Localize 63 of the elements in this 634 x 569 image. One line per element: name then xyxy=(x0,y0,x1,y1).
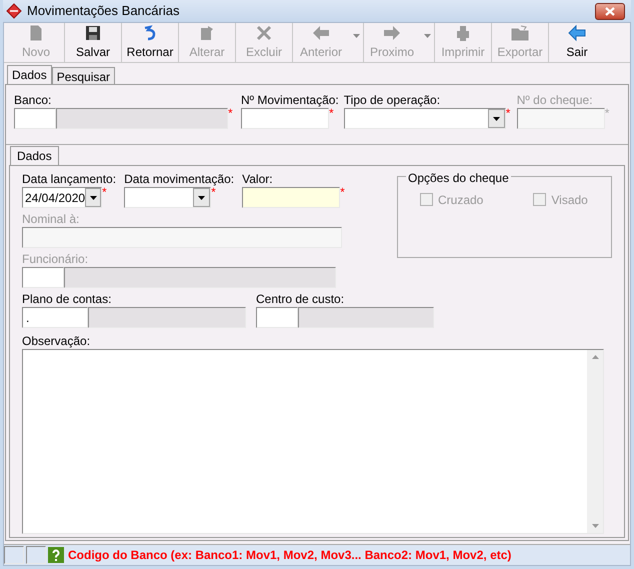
checkbox-label: Visado xyxy=(551,193,588,207)
folder-icon xyxy=(511,24,529,42)
save-icon xyxy=(84,24,102,42)
close-icon xyxy=(605,6,615,16)
required-asterisk: * xyxy=(329,108,334,118)
caret-icon xyxy=(424,34,430,38)
tab[interactable]: Pesquisar xyxy=(52,67,116,84)
close-button[interactable] xyxy=(595,2,625,20)
value-field[interactable] xyxy=(242,187,340,208)
help-icon xyxy=(48,547,64,563)
field-label: Data lançamento: xyxy=(22,172,116,187)
status-pane xyxy=(4,546,24,564)
field-label: Plano de contas: xyxy=(22,292,112,307)
left-arrow-icon xyxy=(312,24,330,42)
scrollbar[interactable] xyxy=(587,350,603,533)
toolbar-button[interactable]: Retornar xyxy=(122,23,178,62)
field-label: Nominal à: xyxy=(22,212,80,227)
dropdown-field[interactable] xyxy=(344,108,506,129)
window-title: Movimentações Bancárias xyxy=(27,2,180,20)
field-label: Data movimentação: xyxy=(124,172,234,187)
required-asterisk: * xyxy=(211,187,216,197)
status-pane xyxy=(26,546,46,564)
required-asterisk: * xyxy=(340,187,346,197)
right-arrow-icon xyxy=(383,24,401,42)
field-label: Banco: xyxy=(14,93,52,108)
required-asterisk: * xyxy=(604,108,610,118)
text-field[interactable] xyxy=(241,108,329,129)
field-label: Nº Movimentação: xyxy=(241,93,339,108)
caret-icon xyxy=(198,196,206,200)
field-label: Tipo de operação: xyxy=(344,93,442,108)
field-label: Funcionário: xyxy=(22,252,90,267)
field-label: Valor: xyxy=(242,172,274,187)
back-arrow-icon xyxy=(568,24,586,42)
field-label: Nº do cheque: xyxy=(516,93,594,108)
toolbar-button[interactable]: Salvar xyxy=(65,23,121,62)
code-field[interactable] xyxy=(22,267,64,288)
scroll-down-icon xyxy=(592,524,598,528)
tab[interactable]: Dados xyxy=(7,65,52,84)
field-label: Centro de custo: xyxy=(256,292,346,307)
required-asterisk: * xyxy=(102,187,107,197)
checkbox-label: Cruzado xyxy=(438,193,484,207)
code-field[interactable]: . xyxy=(22,307,88,328)
app-logo-icon xyxy=(6,3,22,19)
edit-icon xyxy=(198,24,216,42)
scroll-up-icon xyxy=(592,355,598,359)
status-message: Codigo do Banco (ex: Banco1: Mov1, Mov2, Mov3... Banco2: Mov1, Mov2, etc) xyxy=(68,547,512,564)
required-asterisk: * xyxy=(228,108,234,118)
field-label: Observação: xyxy=(22,334,92,349)
date-picker[interactable]: 24/04/2020 xyxy=(22,187,102,208)
code-field[interactable] xyxy=(14,108,56,129)
caret-icon xyxy=(492,116,500,120)
text-field[interactable] xyxy=(22,227,342,248)
caret-icon xyxy=(352,34,360,38)
text-field[interactable] xyxy=(516,108,605,129)
required-asterisk: * xyxy=(506,108,512,118)
code-field[interactable] xyxy=(256,307,298,328)
tab[interactable]: Dados xyxy=(10,146,59,165)
toolbar-button[interactable]: Sair xyxy=(549,23,605,62)
dropdown-button[interactable] xyxy=(193,188,210,207)
caret-icon xyxy=(90,196,97,200)
delete-x-icon xyxy=(255,24,273,42)
dropdown-button[interactable] xyxy=(488,109,505,128)
dropdown-button[interactable] xyxy=(85,188,101,207)
